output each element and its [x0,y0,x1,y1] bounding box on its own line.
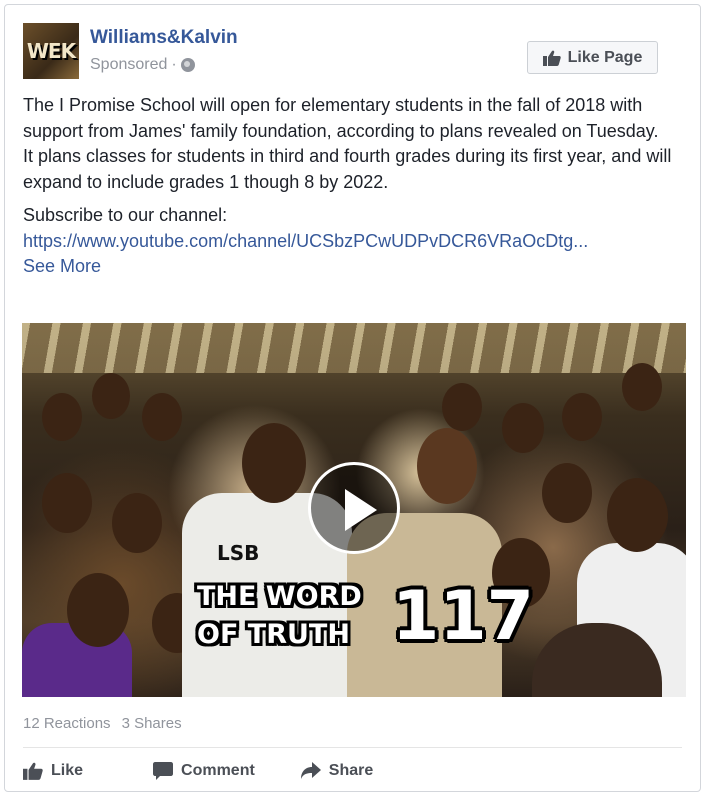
page-avatar[interactable]: WEK [23,23,79,79]
like-label: Like [51,762,84,779]
gym-ceiling [22,323,686,373]
like-page-button[interactable]: Like Page [527,41,658,74]
reactions-count[interactable]: 12 Reactions [23,715,111,732]
see-more-link[interactable]: See More [23,256,101,276]
channel-link[interactable]: https://www.youtube.com/channel/UCSbzPCw… [23,231,588,251]
overlay-line-1: THE WORD [197,581,362,612]
thumbs-up-icon [23,762,43,780]
post-paragraph: It plans classes for students in third a… [23,146,672,192]
comment-label: Comment [181,762,255,779]
post-header: WEK Williams&Kalvin Sponsored · Like Pag… [23,23,682,83]
like-page-label: Like Page [567,48,643,66]
comment-button[interactable]: Comment [153,762,255,780]
shares-count[interactable]: 3 Shares [122,715,182,732]
meta-separator: · [171,56,177,73]
share-button[interactable]: Share [300,762,374,780]
overlay-line-2: OF TRUTH [197,619,350,650]
post-stats: 12 Reactions 3 Shares [23,715,182,732]
share-label: Share [328,762,374,779]
post-card: WEK Williams&Kalvin Sponsored · Like Pag… [4,4,701,792]
avatar-logo-text: WEK [26,39,76,63]
actions-divider [23,747,682,748]
page-name-link[interactable]: Williams&Kalvin [90,27,238,49]
video-player[interactable]: LSB THE WORD OF TRUTH 117 [22,323,686,697]
play-button-icon[interactable] [308,462,400,554]
post-actions: Like Comment Share [23,757,682,785]
globe-icon[interactable] [180,58,195,72]
subscribe-text: Subscribe to our channel: [23,205,228,225]
share-arrow-icon [300,762,321,779]
video-title-overlay: THE WORD OF TRUTH [197,578,372,656]
post-paragraph: The I Promise School will open for eleme… [23,95,659,141]
episode-number-overlay: 117 [392,577,534,656]
sponsored-meta: Sponsored · [90,56,195,74]
post-body: The I Promise School will open for eleme… [23,93,683,280]
like-button[interactable]: Like [23,762,83,780]
shirt-logo: LSB [217,541,260,565]
comment-icon [153,762,174,780]
sponsored-label[interactable]: Sponsored [90,56,167,74]
thumbs-up-icon [542,50,561,66]
